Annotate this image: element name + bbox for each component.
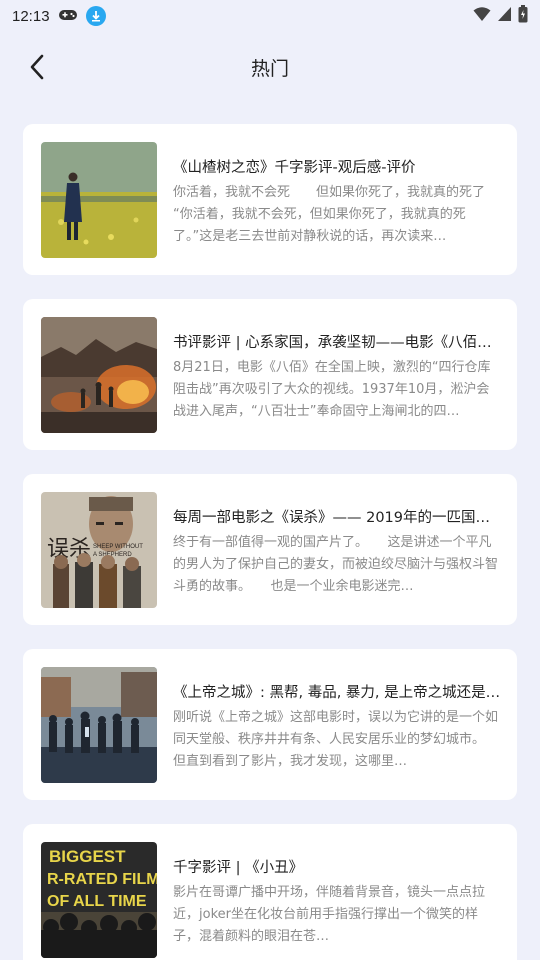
status-bar: 12:13 (0, 0, 540, 32)
header: 热门 (0, 40, 540, 94)
signal-icon (497, 6, 512, 26)
article-list: 《山楂树之恋》千字影评-观后感-评价 你活着，我就不会死 但如果你死了，我就真的… (23, 124, 517, 960)
article-title: 千字影评 | 《小丑》 (173, 860, 304, 876)
article-thumbnail: BIGGEST R-RATED FILM OF ALL TIME (41, 842, 157, 958)
chevron-left-icon (30, 54, 44, 80)
article-card[interactable]: 《山楂树之恋》千字影评-观后感-评价 你活着，我就不会死 但如果你死了，我就真的… (23, 124, 517, 275)
article-title: 《山楂树之恋》千字影评-观后感-评价 (173, 160, 416, 176)
article-summary: 8月21日，电影《八佰》在全国上映，激烈的“四行仓库阻击战”再次吸引了大众的视线… (173, 360, 491, 419)
svg-text:R-RATED FILM: R-RATED FILM (47, 871, 157, 888)
article-title: 《上帝之城》: 黑帮, 毒品, 暴力, 是上帝之城还是… (173, 685, 501, 701)
article-title: 每周一部电影之《误杀》—— 2019年的一匹国产… (173, 510, 501, 526)
article-thumbnail: 误杀 SHEEP WITHOUT A SHEPHERD (41, 492, 157, 608)
article-card[interactable]: BIGGEST R-RATED FILM OF ALL TIME 千字影评 | … (23, 824, 517, 960)
article-card[interactable]: 《上帝之城》: 黑帮, 毒品, 暴力, 是上帝之城还是… 刚听说《上帝之城》这部… (23, 649, 517, 800)
article-thumbnail (41, 317, 157, 433)
battery-icon (518, 5, 528, 27)
article-card[interactable]: 书评影评 | 心系家国，承袭坚韧——电影《八佰》… 8月21日，电影《八佰》在全… (23, 299, 517, 450)
status-time: 12:13 (12, 7, 50, 25)
gamepad-icon (58, 7, 78, 26)
article-card[interactable]: 误杀 SHEEP WITHOUT A SHEPHERD 每周一部电影之《误杀》—… (23, 474, 517, 625)
article-summary: 刚听说《上帝之城》这部电影时，误以为它讲的是一个如同天堂般、秩序井井有条、人民安… (173, 710, 501, 769)
article-thumbnail (41, 142, 157, 258)
article-summary: 影片在哥谭广播中开场，伴随着背景音，镜头一点点拉近，joker坐在化妆台前用手指… (173, 885, 486, 944)
back-button[interactable] (22, 52, 52, 82)
article-thumbnail (41, 667, 157, 783)
page-title: 热门 (250, 57, 289, 80)
svg-text:OF ALL TIME: OF ALL TIME (47, 893, 147, 910)
article-title: 书评影评 | 心系家国，承袭坚韧——电影《八佰》… (173, 335, 501, 351)
svg-text:BIGGEST: BIGGEST (49, 847, 126, 866)
article-summary: 终于有一部值得一观的国产片了。 这是讲述一个平凡的男人为了保护自己的妻女，而被迫… (173, 535, 499, 594)
article-summary: 你活着，我就不会死 但如果你死了，我就真的死了 “你活着，我就不会死，但如果你死… (173, 185, 501, 244)
download-icon (85, 6, 106, 26)
svg-text:SHEEP WITHOUT: SHEEP WITHOUT (93, 544, 143, 550)
wifi-icon (473, 6, 491, 26)
